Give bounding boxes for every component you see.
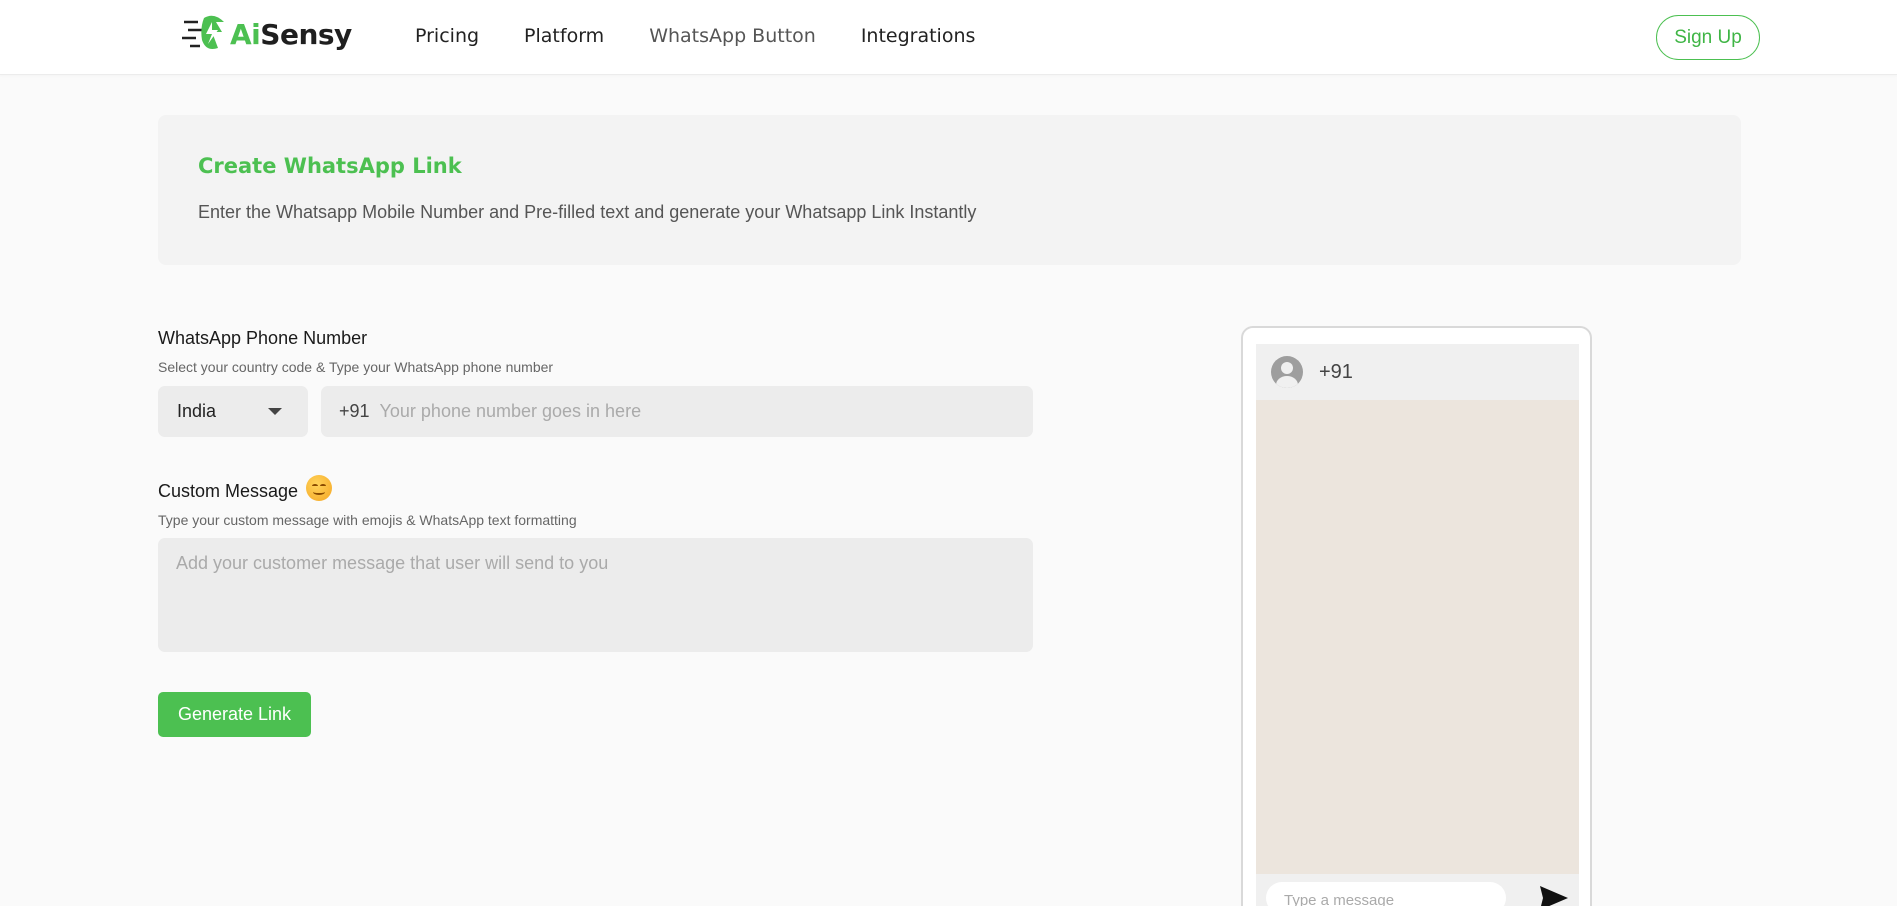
preview-chat-area	[1256, 400, 1579, 874]
phone-number-label: WhatsApp Phone Number	[158, 328, 368, 348]
country-select-value: India	[177, 401, 217, 421]
logo-text-sensy: Sensy	[260, 17, 352, 51]
phone-field: +91	[321, 386, 1033, 437]
avatar-icon	[1271, 356, 1303, 388]
page-title: Create WhatsApp Link	[198, 154, 462, 178]
main-nav: Pricing Platform WhatsApp Button Integra…	[415, 25, 1020, 47]
top-header: AiSensy Pricing Platform WhatsApp Button…	[0, 0, 1897, 75]
nav-pricing[interactable]: Pricing	[415, 25, 479, 47]
page-subtitle: Enter the Whatsapp Mobile Number and Pre…	[198, 202, 977, 222]
preview-message-input: Type a message	[1266, 882, 1506, 906]
logo-icon	[182, 15, 224, 49]
nav-platform[interactable]: Platform	[524, 25, 604, 47]
aisensy-logo[interactable]: AiSensy	[182, 14, 352, 54]
phone-number-input[interactable]	[379, 401, 980, 422]
intro-banner: Create WhatsApp Link Enter the Whatsapp …	[158, 115, 1741, 265]
logo-wordmark: AiSensy	[230, 18, 352, 51]
custom-message-label: Custom Message	[158, 481, 299, 501]
custom-message-hint: Type your custom message with emojis & W…	[158, 512, 577, 528]
phone-number-hint: Select your country code & Type your Wha…	[158, 359, 554, 375]
preview-chat-header: +91	[1256, 344, 1579, 400]
country-select[interactable]: India	[158, 386, 308, 437]
nav-integrations[interactable]: Integrations	[861, 25, 976, 47]
preview-input-bar: Type a message	[1256, 874, 1579, 906]
nav-whatsapp-button[interactable]: WhatsApp Button	[649, 25, 816, 47]
preview-contact-number: +91	[1319, 360, 1353, 383]
sign-up-button[interactable]: Sign Up	[1656, 15, 1760, 60]
generate-link-button[interactable]: Generate Link	[158, 692, 311, 737]
custom-message-input[interactable]	[158, 538, 1033, 652]
whatsapp-preview: +91 Type a message	[1241, 326, 1592, 906]
country-code: +91	[339, 401, 370, 421]
smiley-emoji-icon[interactable]	[306, 475, 332, 501]
send-icon	[1540, 886, 1568, 906]
logo-text-ai: Ai	[230, 17, 261, 51]
chevron-down-icon	[268, 408, 282, 415]
